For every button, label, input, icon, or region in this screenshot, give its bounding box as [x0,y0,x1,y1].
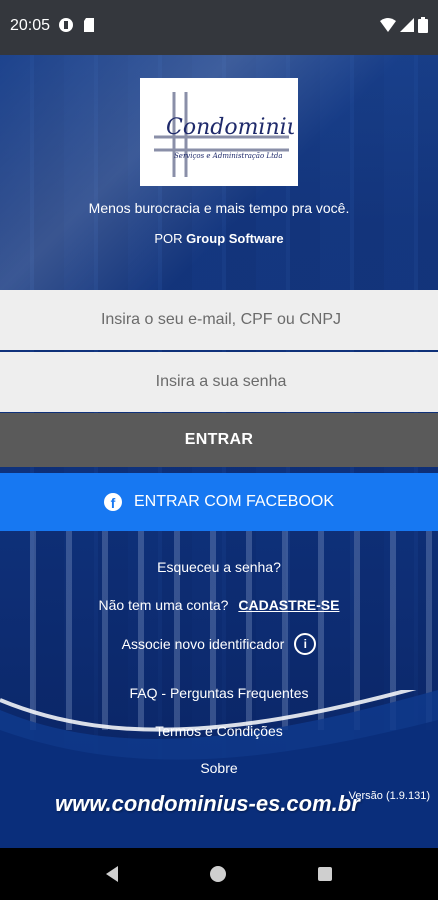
recent-apps-icon[interactable] [318,867,332,881]
forgot-password-link[interactable]: Esqueceu a senha? [0,559,438,575]
about-link[interactable]: Sobre [0,760,438,776]
app-version: Versão (1.9.131) [348,790,430,802]
login-button-label: ENTRAR [184,431,254,448]
navigation-bar [0,848,438,900]
status-time: 20:05 [10,17,51,34]
cell-signal-icon [400,18,414,32]
associate-identifier-row[interactable]: Associe novo identificador i [0,633,438,655]
terms-link[interactable]: Termos e Condições [0,723,438,739]
battery-icon [418,17,428,33]
faq-link[interactable]: FAQ - Perguntas Frequentes [0,685,438,701]
sd-card-icon [84,18,94,32]
status-bar: 20:05 [0,0,438,55]
no-account-text: Não tem uma conta? [98,597,229,613]
byline: POR Group Software [0,231,438,246]
back-icon[interactable] [106,866,118,882]
logo-subtitle-text: Serviços e Administração Ltda [174,152,283,160]
byline-company: Group Software [186,231,284,246]
wifi-icon [380,18,396,32]
facebook-icon: f [103,493,122,511]
facebook-login-label: ENTRAR COM FACEBOOK [133,493,335,510]
info-icon[interactable]: i [294,633,317,655]
status-icons [380,17,428,33]
logo-brand-text: Condominius [166,115,294,140]
tagline: Menos burocracia e mais tempo pra você. [88,200,350,216]
password-input[interactable] [0,352,438,412]
condominius-logo-image: Condominius Serviços e Administração Ltd… [154,92,294,177]
associate-identifier-link[interactable]: Associe novo identificador [122,636,285,652]
facebook-login-button[interactable]: f ENTRAR COM FACEBOOK [0,473,438,531]
home-icon[interactable] [210,866,226,882]
data-saver-icon [59,18,73,32]
signup-link[interactable]: CADASTRE-SE [238,597,339,613]
email-input[interactable] [0,290,438,350]
company-logo: Condominius Serviços e Administração Ltd… [140,78,298,186]
signup-row: Não tem uma conta? CADASTRE-SE [0,597,438,613]
login-button[interactable]: ENTRAR [0,413,438,467]
byline-prefix: POR [154,231,183,246]
website-url: www.condominius-es.com.br [55,791,360,816]
